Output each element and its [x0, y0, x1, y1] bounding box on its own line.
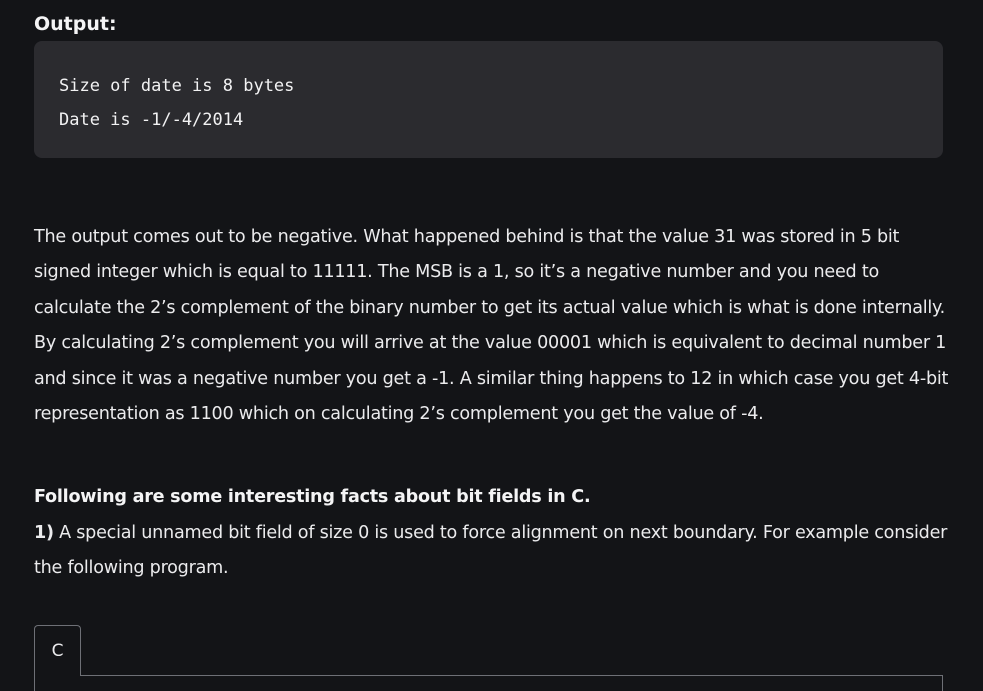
article-page: Output: Size of date is 8 bytes Date is … — [0, 0, 983, 691]
output-heading: Output: — [34, 13, 117, 35]
output-code-box: Size of date is 8 bytes Date is -1/-4/20… — [34, 41, 943, 158]
facts-heading: Following are some interesting facts abo… — [34, 487, 591, 507]
code-language-tab-c[interactable]: C — [34, 625, 81, 676]
output-line-size: Size of date is 8 bytes — [59, 76, 295, 96]
code-block-panel — [34, 675, 943, 691]
fact-item-1: 1) A special unnamed bit field of size 0… — [34, 516, 949, 587]
fact-item-1-text: A special unnamed bit field of size 0 is… — [34, 523, 948, 579]
output-line-date: Date is -1/-4/2014 — [59, 110, 244, 130]
explanation-paragraph: The output comes out to be negative. Wha… — [34, 227, 949, 425]
fact-item-1-number: 1) — [34, 523, 54, 543]
